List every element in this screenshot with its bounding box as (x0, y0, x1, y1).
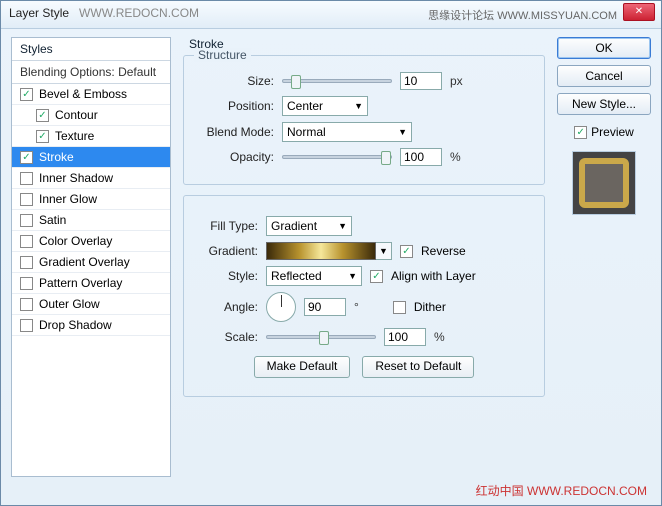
style-label: Satin (39, 213, 66, 227)
close-button[interactable]: ✕ (623, 3, 655, 21)
blending-options-header[interactable]: Blending Options: Default (12, 61, 170, 84)
new-style-button[interactable]: New Style... (557, 93, 651, 115)
filltype-dropdown[interactable]: Gradient▼ (266, 216, 352, 236)
style-checkbox[interactable] (36, 109, 49, 122)
chevron-down-icon: ▼ (338, 221, 347, 231)
make-default-button[interactable]: Make Default (254, 356, 351, 378)
align-label: Align with Layer (391, 269, 476, 283)
style-checkbox[interactable] (20, 151, 33, 164)
angle-dial[interactable] (266, 292, 296, 322)
structure-legend: Structure (194, 48, 251, 62)
chevron-down-icon: ▼ (354, 101, 363, 111)
blendmode-label: Blend Mode: (198, 125, 274, 139)
gradient-label: Gradient: (198, 244, 258, 258)
reverse-checkbox[interactable] (400, 245, 413, 258)
style-label: Texture (55, 129, 94, 143)
blendmode-dropdown[interactable]: Normal▼ (282, 122, 412, 142)
style-checkbox[interactable] (20, 193, 33, 206)
style-checkbox[interactable] (20, 88, 33, 101)
size-slider[interactable] (282, 79, 392, 83)
ok-button[interactable]: OK (557, 37, 651, 59)
structure-group: Structure Size: 10 px Position: Center▼ … (183, 55, 545, 185)
style-label: Contour (55, 108, 98, 122)
style-label: Inner Glow (39, 192, 97, 206)
style-label: Bevel & Emboss (39, 87, 127, 101)
size-unit: px (450, 74, 463, 88)
style-item-texture[interactable]: Texture (12, 126, 170, 147)
preview-label: Preview (591, 125, 634, 139)
preview-thumbnail (572, 151, 636, 215)
style-label: Gradient Overlay (39, 255, 130, 269)
titlebar: Layer Style WWW.REDOCN.COM 思缘设计论坛 WWW.MI… (1, 1, 661, 29)
window-title: Layer Style WWW.REDOCN.COM (9, 6, 199, 20)
style-item-stroke[interactable]: Stroke (12, 147, 170, 168)
style-label: Outer Glow (39, 297, 100, 311)
style-label: Drop Shadow (39, 318, 112, 332)
style-item-pattern-overlay[interactable]: Pattern Overlay (12, 273, 170, 294)
watermark-bottom: 红动中国 WWW.REDOCN.COM (476, 482, 647, 499)
fill-group: Fill Type: Gradient▼ Gradient: ▼ Reverse… (183, 195, 545, 397)
style-item-satin[interactable]: Satin (12, 210, 170, 231)
style-checkbox[interactable] (36, 130, 49, 143)
opacity-input[interactable]: 100 (400, 148, 442, 166)
style-checkbox[interactable] (20, 298, 33, 311)
watermark-top-right: 思缘设计论坛 WWW.MISSYUAN.COM (428, 7, 617, 23)
style-item-gradient-overlay[interactable]: Gradient Overlay (12, 252, 170, 273)
styles-header[interactable]: Styles (12, 38, 170, 61)
style-checkbox[interactable] (20, 235, 33, 248)
style-item-outer-glow[interactable]: Outer Glow (12, 294, 170, 315)
style-item-inner-glow[interactable]: Inner Glow (12, 189, 170, 210)
style-item-contour[interactable]: Contour (12, 105, 170, 126)
size-label: Size: (198, 74, 274, 88)
style-label: Inner Shadow (39, 171, 113, 185)
style-checkbox[interactable] (20, 319, 33, 332)
position-dropdown[interactable]: Center▼ (282, 96, 368, 116)
style-item-drop-shadow[interactable]: Drop Shadow (12, 315, 170, 336)
preview-checkbox[interactable] (574, 126, 587, 139)
chevron-down-icon: ▼ (398, 127, 407, 137)
scale-label: Scale: (198, 330, 258, 344)
scale-input[interactable]: 100 (384, 328, 426, 346)
style-item-color-overlay[interactable]: Color Overlay (12, 231, 170, 252)
style-item-bevel-emboss[interactable]: Bevel & Emboss (12, 84, 170, 105)
angle-label: Angle: (198, 300, 258, 314)
style-label: Style: (198, 269, 258, 283)
align-checkbox[interactable] (370, 270, 383, 283)
style-item-inner-shadow[interactable]: Inner Shadow (12, 168, 170, 189)
style-dropdown[interactable]: Reflected▼ (266, 266, 362, 286)
opacity-label: Opacity: (198, 150, 274, 164)
style-label: Color Overlay (39, 234, 112, 248)
opacity-unit: % (450, 150, 461, 164)
size-input[interactable]: 10 (400, 72, 442, 90)
style-checkbox[interactable] (20, 214, 33, 227)
scale-slider[interactable] (266, 335, 376, 339)
dither-label: Dither (414, 300, 446, 314)
style-checkbox[interactable] (20, 277, 33, 290)
filltype-label: Fill Type: (198, 219, 258, 233)
reverse-label: Reverse (421, 244, 466, 258)
gradient-picker-arrow[interactable]: ▼ (376, 242, 392, 260)
reset-default-button[interactable]: Reset to Default (362, 356, 474, 378)
layer-style-dialog: Layer Style WWW.REDOCN.COM 思缘设计论坛 WWW.MI… (0, 0, 662, 506)
opacity-slider[interactable] (282, 155, 392, 159)
style-label: Stroke (39, 150, 74, 164)
style-checkbox[interactable] (20, 256, 33, 269)
angle-input[interactable]: 90 (304, 298, 346, 316)
position-label: Position: (198, 99, 274, 113)
styles-list: Styles Blending Options: Default Bevel &… (11, 37, 171, 477)
cancel-button[interactable]: Cancel (557, 65, 651, 87)
angle-unit: ° (354, 300, 359, 314)
chevron-down-icon: ▼ (348, 271, 357, 281)
scale-unit: % (434, 330, 445, 344)
gradient-swatch[interactable] (266, 242, 376, 260)
dither-checkbox[interactable] (393, 301, 406, 314)
style-label: Pattern Overlay (39, 276, 122, 290)
style-checkbox[interactable] (20, 172, 33, 185)
